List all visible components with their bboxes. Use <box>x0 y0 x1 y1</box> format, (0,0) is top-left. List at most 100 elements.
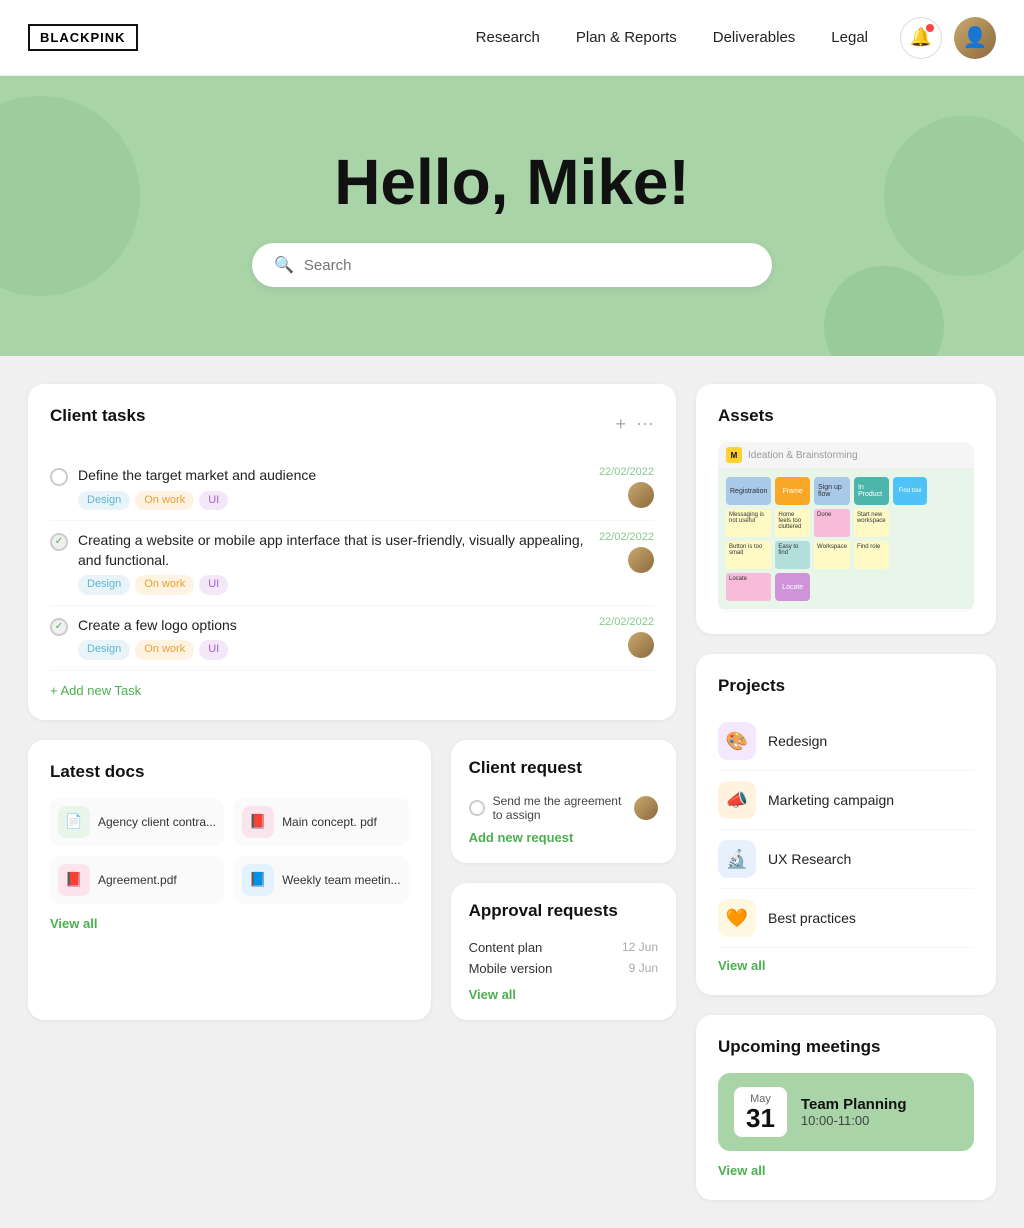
nav-plan-reports[interactable]: Plan & Reports <box>576 29 677 46</box>
latest-docs-title: Latest docs <box>50 762 409 782</box>
miro-header: M Ideation & Brainstorming <box>718 442 974 469</box>
meeting-info: Team Planning 10:00-11:00 <box>801 1096 907 1128</box>
logo[interactable]: BLACKPINK <box>28 24 138 51</box>
doc-name-2: Main concept. pdf <box>282 815 377 829</box>
approval-name-1: Content plan <box>469 940 543 955</box>
approval-name-2: Mobile version <box>469 961 553 976</box>
meeting-date-box: May 31 <box>734 1087 787 1137</box>
doc-icon-1: 📄 <box>58 806 90 838</box>
approval-view-all[interactable]: View all <box>469 987 658 1002</box>
right-column: Assets M Ideation & Brainstorming Regist… <box>696 384 996 1200</box>
add-request-button[interactable]: Add new request <box>469 830 658 845</box>
project-name-2: Marketing campaign <box>768 792 894 808</box>
project-name-3: UX Research <box>768 851 851 867</box>
task-header: Client tasks + ⋯ <box>50 406 654 442</box>
approval-date-1: 12 Jun <box>622 940 658 954</box>
tag-ui-3: UI <box>199 640 228 659</box>
avatar[interactable]: 👤 <box>954 17 996 59</box>
task-date-2: 22/02/2022 <box>599 531 654 543</box>
hero-section: Hello, Mike! 🔍 <box>0 76 1024 356</box>
list-item: Mobile version 9 Jun <box>469 958 658 979</box>
add-task-button[interactable]: + Add new Task <box>50 683 654 698</box>
doc-icon-4: 📘 <box>242 864 274 896</box>
list-item[interactable]: 📕 Main concept. pdf <box>234 798 409 846</box>
task-date-3: 22/02/2022 <box>599 616 654 628</box>
nav-legal[interactable]: Legal <box>831 29 868 46</box>
task-meta-3: 22/02/2022 <box>599 616 654 658</box>
miro-canvas: Registration Frame Sign up flow In Produ… <box>718 469 974 609</box>
meetings-view-all[interactable]: View all <box>718 1163 974 1178</box>
doc-name-4: Weekly team meetin... <box>282 873 401 887</box>
project-icon-ux: 🔬 <box>718 840 756 878</box>
list-item[interactable]: 📄 Agency client contra... <box>50 798 224 846</box>
task-text-3: Create a few logo options Design On work… <box>78 616 589 660</box>
tag-design-3: Design <box>78 640 130 659</box>
tag-design-1: Design <box>78 491 130 510</box>
nav-research[interactable]: Research <box>476 29 540 46</box>
add-task-icon[interactable]: + <box>615 414 626 435</box>
miro-sticky-9: Locate <box>726 573 771 601</box>
miro-sticky-8: Find role <box>854 541 889 569</box>
miro-node: Frame <box>775 477 810 505</box>
bottom-row: Latest docs 📄 Agency client contra... 📕 … <box>28 740 676 1020</box>
task-meta-2: 22/02/2022 <box>599 531 654 573</box>
miro-sticky-1: Messaging is not useful <box>726 509 771 537</box>
latest-docs-card: Latest docs 📄 Agency client contra... 📕 … <box>28 740 431 1020</box>
meeting-item[interactable]: May 31 Team Planning 10:00-11:00 <box>718 1073 974 1151</box>
client-request-title: Client request <box>469 758 658 778</box>
table-row: ✓ Creating a website or mobile app inter… <box>50 521 654 606</box>
miro-node: In Product <box>854 477 889 505</box>
miro-label: Ideation & Brainstorming <box>748 450 858 461</box>
meeting-time: 10:00-11:00 <box>801 1113 907 1128</box>
cr-text: Send me the agreement to assign <box>493 794 626 822</box>
notification-dot <box>926 24 934 32</box>
nav-links: Research Plan & Reports Deliverables Leg… <box>476 29 868 46</box>
list-item[interactable]: 🧡 Best practices <box>718 889 974 948</box>
main-content: Client tasks + ⋯ Define the target marke… <box>0 356 1024 1228</box>
docs-view-all[interactable]: View all <box>50 916 409 931</box>
task-checkbox-3[interactable]: ✓ <box>50 618 68 636</box>
list-item[interactable]: 🎨 Redesign <box>718 712 974 771</box>
nav-deliverables[interactable]: Deliverables <box>713 29 796 46</box>
list-item[interactable]: 🔬 UX Research <box>718 830 974 889</box>
project-icon-best: 🧡 <box>718 899 756 937</box>
projects-view-all[interactable]: View all <box>718 958 974 973</box>
task-date-1: 22/02/2022 <box>599 466 654 478</box>
cr-avatar <box>634 796 658 820</box>
search-input[interactable] <box>304 257 750 274</box>
miro-sticky-6: Easy to find <box>775 541 810 569</box>
cr-task: Send me the agreement to assign <box>469 794 658 822</box>
list-item[interactable]: 📣 Marketing campaign <box>718 771 974 830</box>
upcoming-meetings-card: Upcoming meetings May 31 Team Planning 1… <box>696 1015 996 1200</box>
miro-sticky-5: Button is too small <box>726 541 771 569</box>
miro-sticky-3: Done <box>814 509 850 537</box>
doc-name-3: Agreement.pdf <box>98 873 177 887</box>
tag-onwork-3: On work <box>135 640 194 659</box>
meeting-name: Team Planning <box>801 1096 907 1113</box>
client-request-card: Client request Send me the agreement to … <box>451 740 676 863</box>
nav-actions: 🔔 👤 <box>900 17 996 59</box>
doc-icon-3: 📕 <box>58 864 90 896</box>
task-checkbox-1[interactable] <box>50 468 68 486</box>
meeting-day: 31 <box>746 1105 775 1131</box>
list-item[interactable]: 📕 Agreement.pdf <box>50 856 224 904</box>
assets-preview[interactable]: M Ideation & Brainstorming Registration … <box>718 442 974 612</box>
approval-title: Approval requests <box>469 901 658 921</box>
hero-greeting: Hello, Mike! <box>334 145 690 219</box>
task-avatar-2 <box>628 547 654 573</box>
miro-node: Registration <box>726 477 771 505</box>
tag-onwork-2: On work <box>135 575 194 594</box>
project-icon-marketing: 📣 <box>718 781 756 819</box>
task-menu-icon[interactable]: ⋯ <box>636 414 654 435</box>
miro-sticky-7: Workspace <box>814 541 850 569</box>
notification-bell[interactable]: 🔔 <box>900 17 942 59</box>
docs-grid: 📄 Agency client contra... 📕 Main concept… <box>50 798 409 904</box>
meeting-month: May <box>750 1093 771 1105</box>
hero-deco-2 <box>884 116 1024 276</box>
task-meta-1: 22/02/2022 <box>599 466 654 508</box>
task-checkbox-2[interactable]: ✓ <box>50 533 68 551</box>
approval-date-2: 9 Jun <box>629 961 658 975</box>
list-item[interactable]: 📘 Weekly team meetin... <box>234 856 409 904</box>
search-bar: 🔍 <box>252 243 772 287</box>
cr-checkbox[interactable] <box>469 800 485 816</box>
